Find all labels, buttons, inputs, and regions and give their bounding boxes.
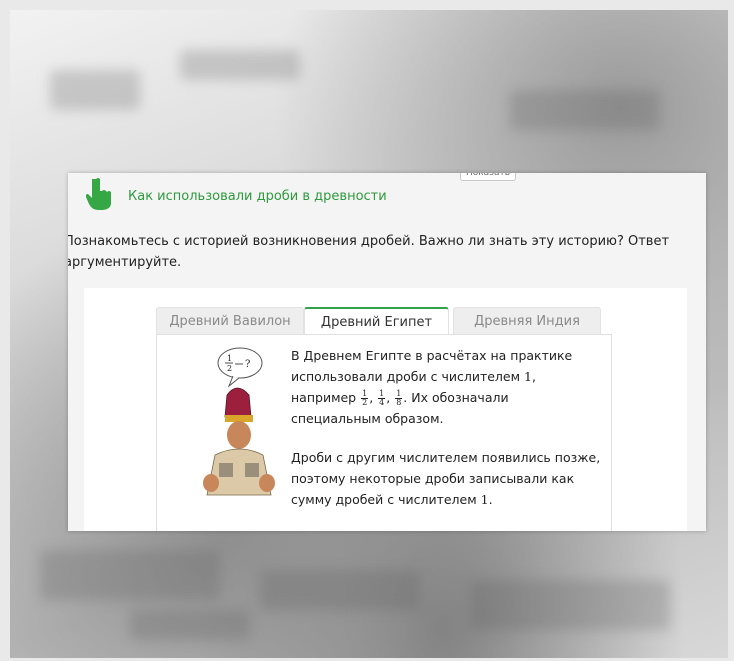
p2-line-2: поэтому некоторые дроби записывали как [291, 471, 575, 486]
p2-line-3: сумму дробей с числителем 1. [291, 492, 493, 507]
p2-line-1: Дроби с другим числителем появились позж… [291, 450, 601, 465]
p1-line-1: В Древнем Египте в расчётах на практике [291, 348, 573, 363]
keyboard-key-shadow [260, 570, 420, 610]
p1-line-2: использовали дроби с числителем 1, [291, 369, 536, 384]
tab-babylon[interactable]: Древний Вавилон [156, 307, 304, 335]
bubble-question-text: ? [245, 359, 250, 370]
paragraph-2: Дроби с другим числителем появились позж… [291, 447, 601, 510]
tabs-panel: Древний Вавилон Древний Египет Древняя И… [84, 288, 687, 531]
task-description: Познакомьтесь с историей возникновения д… [68, 234, 670, 270]
numerator-value: 1 [524, 369, 532, 384]
svg-text:2: 2 [227, 364, 232, 373]
p1-line-4: специальным образом. [291, 411, 444, 426]
p1-line-3: например 12, 14, 18. Их обозначали [291, 389, 509, 407]
pointing-hand-icon [86, 178, 111, 210]
lesson-card: Показать Как использовали дроби в древно… [68, 173, 706, 531]
tab-egypt[interactable]: Древний Египет [304, 307, 449, 336]
numerator-value: 1 [480, 492, 489, 507]
tab-india[interactable]: Древняя Индия [453, 307, 601, 335]
tab-content-egypt: 1 2 ? В Древнем Египте в расчётах на пра… [156, 334, 612, 531]
keyboard-key-shadow [50, 70, 140, 110]
egyptian-scribe-illustration: 1 2 ? [203, 347, 275, 496]
keyboard-key-shadow [470, 580, 670, 630]
show-button[interactable]: Показать [460, 173, 516, 181]
keyboard-key-shadow [180, 50, 300, 80]
fraction-eighth: 18 [395, 389, 403, 407]
keyboard-key-shadow [130, 610, 250, 640]
card-title: Как использовали дроби в древности [128, 189, 387, 204]
svg-text:1: 1 [227, 354, 232, 363]
fraction-half: 12 [361, 389, 369, 407]
keyboard-key-shadow [40, 550, 220, 600]
keyboard-key-shadow [510, 90, 660, 130]
fraction-quarter: 14 [378, 389, 386, 407]
paragraph-1: В Древнем Египте в расчётах на практике … [291, 345, 601, 429]
